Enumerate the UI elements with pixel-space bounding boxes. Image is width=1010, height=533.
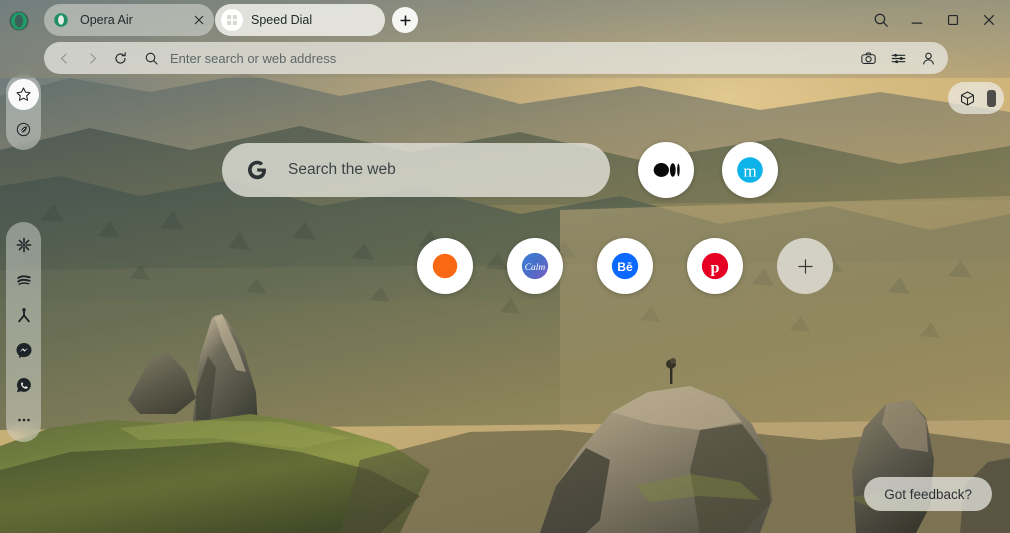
maximize-icon: [947, 14, 959, 26]
minimize-button[interactable]: [900, 4, 934, 36]
chevron-right-icon: [89, 52, 96, 64]
tab-opera-air[interactable]: Opera Air: [44, 4, 214, 36]
opera-logo-icon: [50, 9, 72, 31]
tab-strip: Opera Air Speed Dial: [0, 0, 1010, 40]
search-icon: [874, 13, 888, 27]
speed-dial-tiles: Calm Bē p: [417, 238, 833, 294]
sidebar-item-messenger[interactable]: [8, 334, 39, 365]
got-feedback-button[interactable]: Got feedback?: [864, 477, 992, 511]
speed-dial-grid-icon: [221, 9, 243, 31]
tab-title: Speed Dial: [251, 13, 313, 27]
sidebar-item-whatsapp[interactable]: [8, 369, 39, 400]
sidebar-item-boosts[interactable]: [8, 264, 39, 295]
speed-dial-tile-pinterest[interactable]: p: [687, 238, 743, 294]
maximize-button[interactable]: [936, 4, 970, 36]
tab-title: Opera Air: [80, 13, 133, 27]
chrome-right-cluster: [948, 82, 1004, 114]
sidebar-item-break-mode[interactable]: [8, 299, 39, 330]
speed-dial-add-tile-button[interactable]: [777, 238, 833, 294]
address-bar[interactable]: [44, 42, 948, 74]
reload-icon: [114, 51, 126, 64]
forward-button[interactable]: [78, 44, 106, 72]
svg-text:Bē: Bē: [617, 260, 633, 274]
pinterest-logo-icon: p: [701, 252, 729, 280]
speed-dial-tile-calm[interactable]: Calm: [507, 238, 563, 294]
sidebar-top-group: [6, 74, 41, 150]
speed-dial-search-placeholder: Search the web: [288, 161, 396, 178]
sidebar-item-aria-leaf[interactable]: [8, 114, 39, 145]
sidebar-item-more[interactable]: [8, 404, 39, 435]
address-bar-row: [0, 40, 1010, 114]
minimize-icon: [911, 22, 923, 24]
vertical-bar-icon[interactable]: [987, 89, 996, 107]
back-button[interactable]: [50, 44, 78, 72]
calm-logo-icon: Calm: [521, 252, 549, 280]
got-feedback-label: Got feedback?: [884, 486, 972, 502]
plus-icon: [399, 14, 411, 26]
sidebar-item-speed-dial[interactable]: [8, 79, 39, 110]
medium-logo-icon: [653, 163, 680, 177]
sliders-icon[interactable]: [884, 44, 912, 72]
address-input[interactable]: [164, 44, 854, 72]
close-button[interactable]: [972, 4, 1006, 36]
google-g-icon: [244, 157, 270, 183]
close-icon: [983, 14, 995, 26]
window-controls: [864, 4, 1006, 36]
address-bar-actions: [854, 44, 942, 72]
plus-icon: [797, 258, 813, 274]
browser-chrome: Opera Air Speed Dial Enter search or web…: [0, 0, 1010, 114]
whatsapp-icon: [16, 377, 31, 392]
chevron-left-icon: [60, 52, 67, 64]
opera-logo-icon[interactable]: [8, 10, 30, 32]
sidebar-bottom-group: [6, 222, 41, 442]
sidebar-item-aria[interactable]: [8, 229, 39, 260]
asterisk-sparkle-icon: [16, 237, 31, 252]
speed-dial-search-box[interactable]: Search the web: [222, 143, 610, 197]
star-icon: [16, 87, 31, 101]
svg-text:Calm: Calm: [525, 263, 546, 273]
mega-m-logo-icon: m: [737, 157, 763, 183]
tab-list: Opera Air Speed Dial: [44, 4, 418, 36]
meditation-person-icon: [17, 307, 30, 322]
speed-dial-search-row: Search the web m: [222, 142, 778, 198]
browser-window: Opera Air Speed Dial Enter search or web…: [0, 0, 1010, 533]
waves-icon: [16, 274, 31, 285]
close-icon[interactable]: [188, 9, 210, 31]
svg-text:m: m: [743, 162, 757, 181]
messenger-icon: [16, 342, 31, 358]
leaf-icon: [16, 122, 31, 137]
speed-dial-pin-medium[interactable]: [638, 142, 694, 198]
window-search-button[interactable]: [864, 4, 898, 36]
tab-speed-dial[interactable]: Speed Dial: [215, 4, 385, 36]
speed-dial-tile-behance[interactable]: Bē: [597, 238, 653, 294]
ellipsis-icon: [17, 418, 30, 421]
reload-button[interactable]: [106, 44, 134, 72]
behance-logo-icon: Bē: [611, 252, 639, 280]
cube-icon[interactable]: [953, 84, 981, 112]
speed-dial-pin-mega[interactable]: m: [722, 142, 778, 198]
svg-text:p: p: [710, 258, 719, 276]
orange-circle-icon: [432, 253, 458, 279]
camera-icon[interactable]: [854, 44, 882, 72]
new-tab-button[interactable]: [392, 7, 418, 33]
search-icon: [138, 44, 164, 72]
person-icon[interactable]: [914, 44, 942, 72]
speed-dial-tile-orange-site[interactable]: [417, 238, 473, 294]
